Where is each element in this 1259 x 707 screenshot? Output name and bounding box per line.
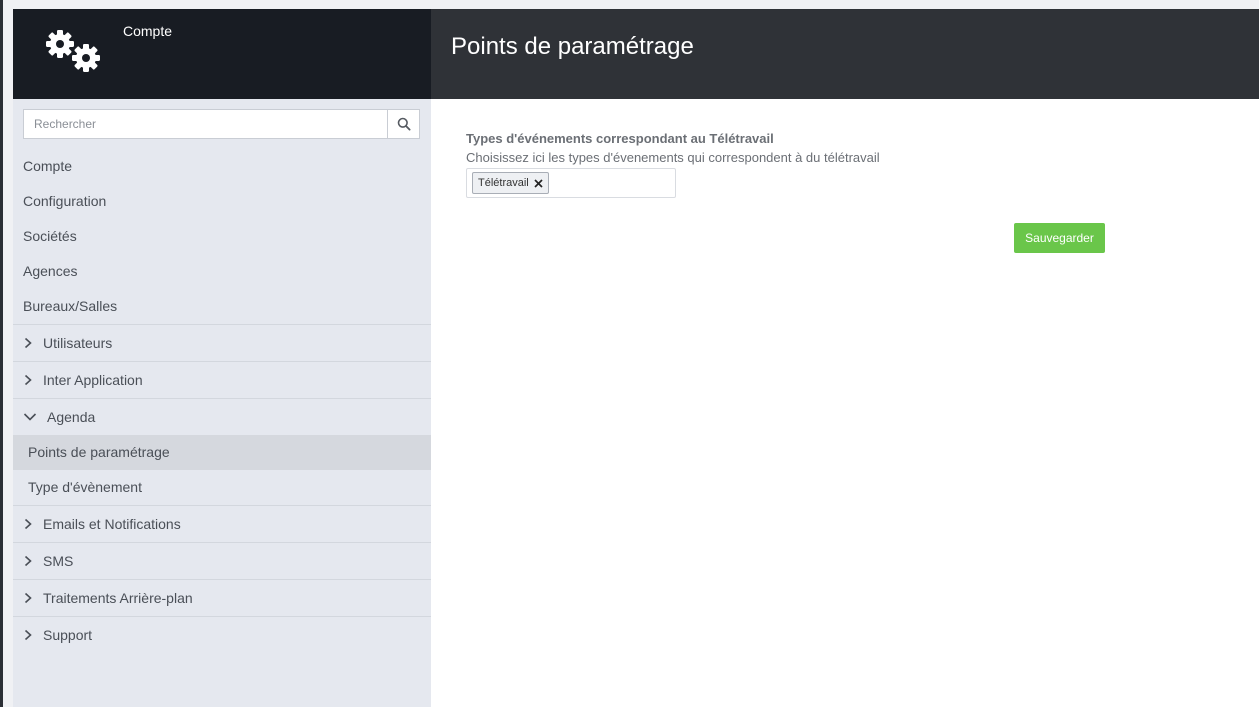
- sidebar-item-agences[interactable]: Agences: [13, 254, 431, 289]
- tag-label: Télétravail: [478, 177, 529, 189]
- sidebar-group-label: Support: [43, 627, 93, 643]
- gears-icon: [46, 30, 100, 72]
- search-icon: [397, 117, 411, 131]
- sidebar-item-bureaux-salles[interactable]: Bureaux/Salles: [13, 289, 431, 324]
- sidebar-group-label: Inter Application: [43, 372, 143, 388]
- field-help-text: Choisissez ici les types d'évenements qu…: [466, 150, 880, 165]
- sidebar-item-points-de-parametrage[interactable]: Points de paramétrage: [13, 435, 431, 470]
- sidebar-item-compte[interactable]: Compte: [13, 149, 431, 184]
- chevron-right-icon: [23, 506, 43, 542]
- brand-title: Compte: [123, 23, 173, 39]
- sidebar-group-traitements-arriere-plan[interactable]: Traitements Arrière-plan: [13, 579, 431, 616]
- event-types-multiselect[interactable]: Télétravail: [466, 168, 676, 198]
- sidebar-group-label: Utilisateurs: [43, 335, 113, 351]
- sidebar-menu: Compte Configuration Sociétés Agences Bu…: [13, 149, 431, 653]
- field-label: Types d'événements correspondant au Télé…: [466, 131, 774, 146]
- chevron-right-icon: [23, 362, 43, 398]
- sidebar-item-configuration[interactable]: Configuration: [13, 184, 431, 219]
- sidebar-group-label: Agenda: [47, 409, 96, 425]
- chevron-down-icon: [23, 399, 47, 435]
- search-input[interactable]: [23, 109, 388, 139]
- brand-header: Compte: [13, 9, 431, 99]
- settings-form: Types d'événements correspondant au Télé…: [466, 131, 880, 198]
- app-window: Compte Compte Configuration Sociétés Age…: [13, 9, 1259, 707]
- chevron-right-icon: [23, 580, 43, 616]
- sidebar-group-agenda[interactable]: Agenda: [13, 398, 431, 435]
- page-header: Points de paramétrage: [431, 9, 1259, 99]
- sidebar-group-label: Traitements Arrière-plan: [43, 590, 193, 606]
- chevron-right-icon: [23, 617, 43, 653]
- chevron-right-icon: [23, 325, 43, 361]
- search-button[interactable]: [387, 109, 420, 139]
- page-title: Points de paramétrage: [451, 33, 694, 60]
- sidebar-item-type-evenement[interactable]: Type d'évènement: [13, 470, 431, 505]
- window-edge: [0, 0, 3, 707]
- sidebar-group-label: SMS: [43, 553, 74, 569]
- main-panel: Points de paramétrage Types d'événements…: [431, 9, 1259, 707]
- remove-tag-icon[interactable]: [534, 178, 543, 188]
- chevron-right-icon: [23, 543, 43, 579]
- sidebar-group-label: Emails et Notifications: [43, 516, 181, 532]
- sidebar-group-emails-notifications[interactable]: Emails et Notifications: [13, 505, 431, 542]
- selected-tag: Télétravail: [472, 172, 549, 194]
- sidebar-group-utilisateurs[interactable]: Utilisateurs: [13, 324, 431, 361]
- sidebar-group-inter-application[interactable]: Inter Application: [13, 361, 431, 398]
- sidebar-group-sms[interactable]: SMS: [13, 542, 431, 579]
- sidebar-item-societes[interactable]: Sociétés: [13, 219, 431, 254]
- save-button[interactable]: Sauvegarder: [1014, 223, 1105, 253]
- sidebar: Compte Compte Configuration Sociétés Age…: [13, 9, 431, 707]
- sidebar-group-support[interactable]: Support: [13, 616, 431, 653]
- sidebar-search: [23, 109, 420, 139]
